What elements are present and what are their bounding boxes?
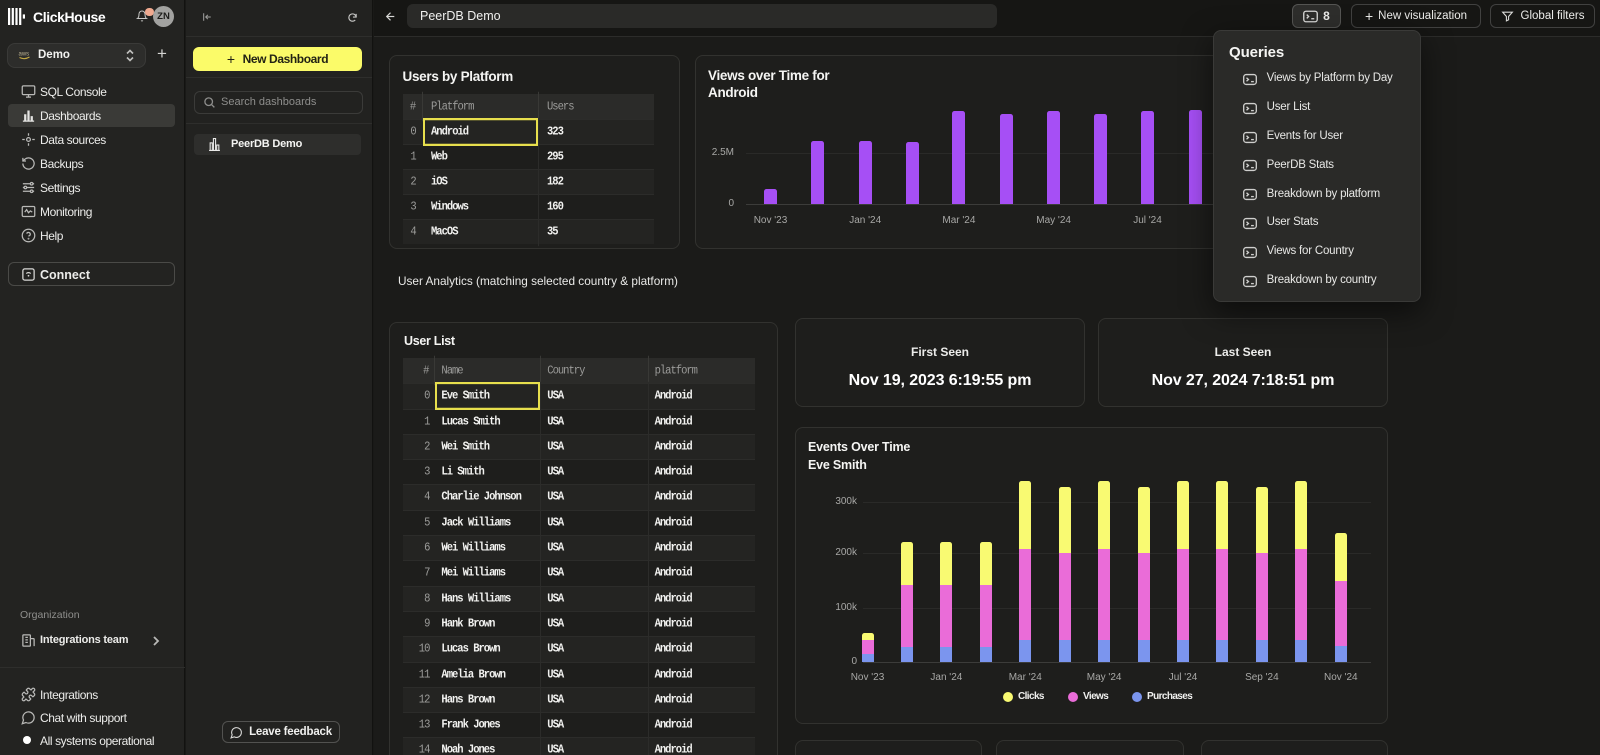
svg-text:aws: aws — [19, 52, 30, 58]
